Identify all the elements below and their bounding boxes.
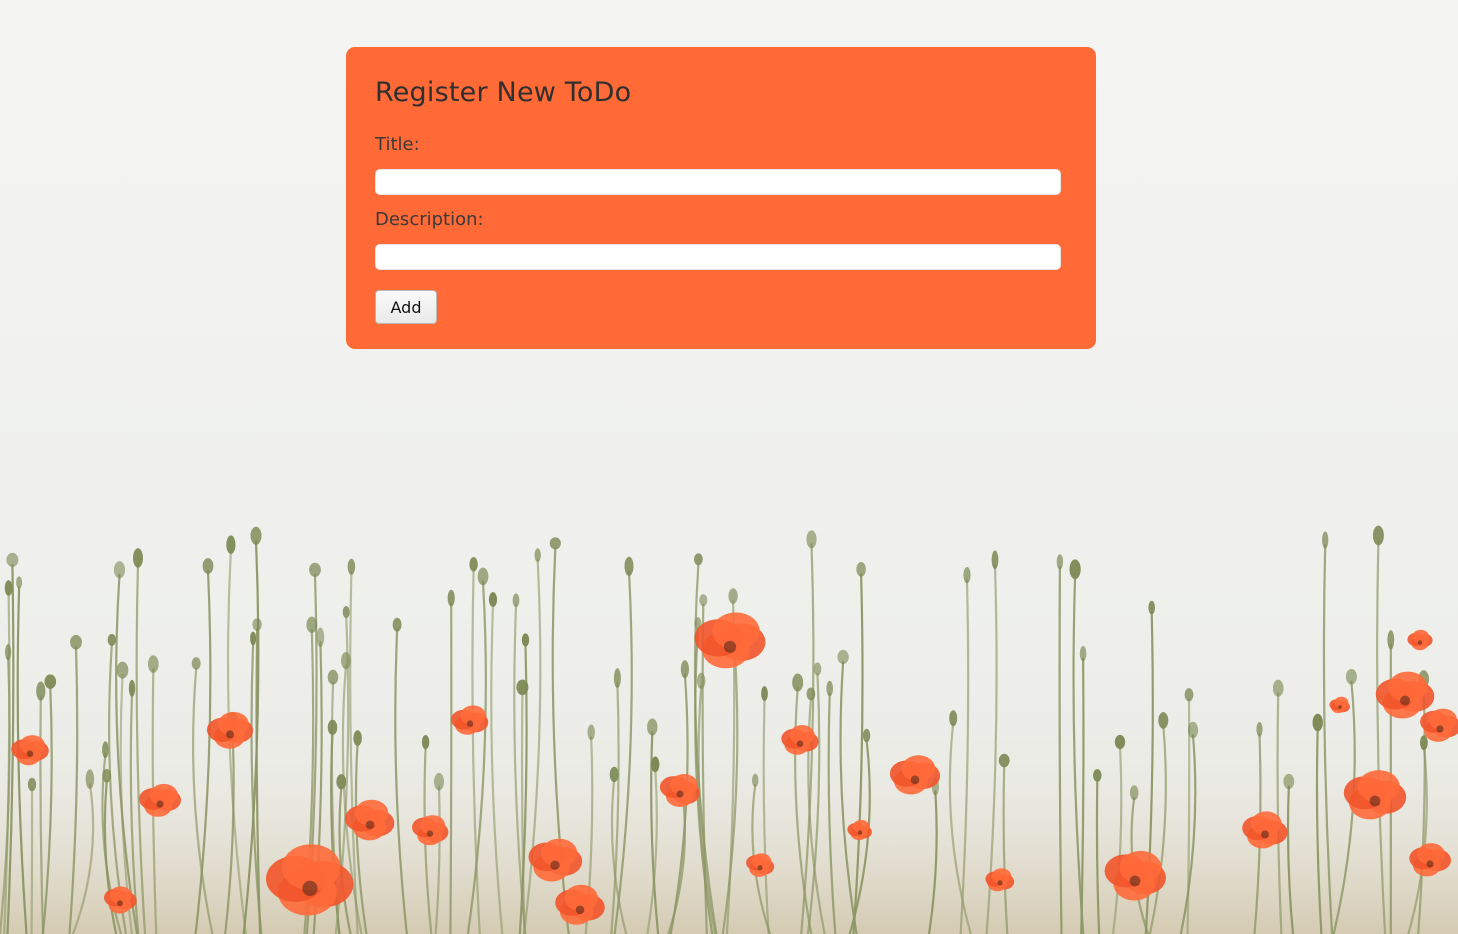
description-input[interactable] xyxy=(375,244,1061,270)
title-label: Title: xyxy=(375,134,420,155)
register-todo-card: Register New ToDo Title: Description: Ad… xyxy=(346,47,1096,349)
add-button[interactable]: Add xyxy=(375,290,437,324)
title-input[interactable] xyxy=(375,169,1061,195)
description-label: Description: xyxy=(375,209,484,230)
form-heading: Register New ToDo xyxy=(375,77,632,108)
